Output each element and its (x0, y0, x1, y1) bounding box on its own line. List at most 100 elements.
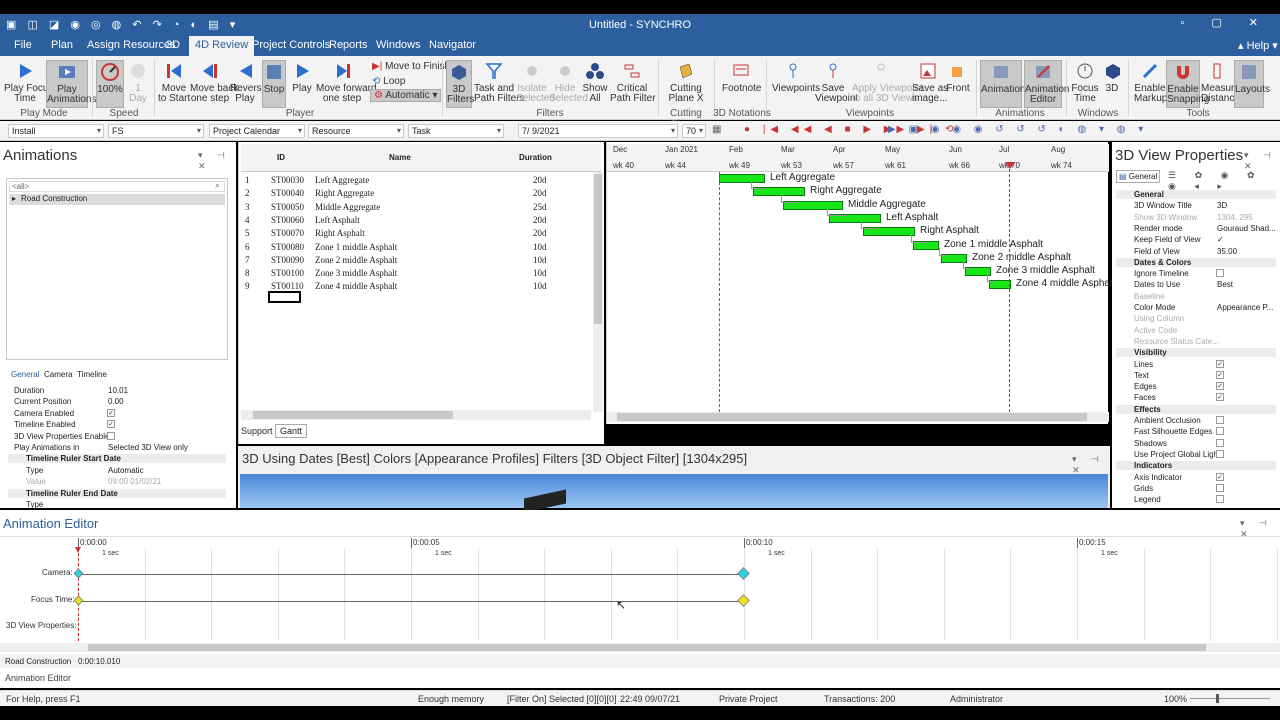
tab-4d-review[interactable]: 4D Review (189, 36, 255, 56)
calendar-combo[interactable]: Project Calendar (209, 124, 305, 138)
section-timeline-ruler-start[interactable]: Timeline Ruler Start Date (8, 454, 226, 463)
camera-enabled-checkbox[interactable]: ✓ (107, 409, 115, 417)
loop-button[interactable]: ⟲ Loop (372, 76, 405, 87)
property-value[interactable]: Gouraud Shad... (1217, 224, 1276, 233)
3d-view-properties-checkbox[interactable] (107, 432, 115, 440)
focus-time-button[interactable]: Focus Time (1070, 60, 1100, 104)
table-row[interactable]: 6 ST00080 Zone 1 middle Asphalt 10d (241, 241, 591, 254)
expand-icon[interactable]: ▸ (12, 194, 16, 203)
isolate-selected-button[interactable]: Isolate Selected (516, 60, 555, 104)
enable-snapping-button[interactable]: Enable Snapping (1166, 60, 1209, 108)
timeline-scrollbar[interactable] (0, 643, 1280, 652)
stop-button[interactable]: Stop (262, 60, 286, 108)
tab-3d[interactable]: 3D (166, 39, 180, 51)
panel-pin-close[interactable]: ▾ ⊣ ✕ (1244, 150, 1280, 172)
play-animations-button[interactable]: Play Animations (46, 60, 96, 108)
header-name[interactable]: Name (389, 153, 411, 162)
table-row[interactable]: 4 ST00060 Left Asphalt 20d (241, 214, 591, 227)
property-section[interactable]: General (1116, 190, 1276, 199)
property-value[interactable]: Appearance P... (1217, 303, 1273, 312)
playhead-marker[interactable] (75, 547, 81, 553)
property-checkbox[interactable] (1216, 269, 1224, 278)
tab-navigator[interactable]: Navigator (429, 39, 476, 51)
property-section[interactable]: Effects (1116, 404, 1276, 414)
horizontal-scrollbar[interactable] (241, 410, 591, 420)
number-spinner[interactable]: 70 (682, 124, 706, 138)
prop-type-value[interactable]: Automatic (108, 466, 144, 475)
link-type-combo[interactable]: FS (108, 124, 204, 138)
property-checkbox[interactable] (1216, 483, 1224, 492)
tree-item-road-construction[interactable]: ▸ Road Construction (9, 194, 225, 205)
save-image-button[interactable]: Save as image... (912, 60, 948, 104)
property-value[interactable]: 35.00 (1217, 247, 1237, 256)
filter-input[interactable]: <all> (9, 181, 225, 192)
move-to-start-button[interactable]: Move to Start (158, 60, 190, 104)
move-back-button[interactable]: Move back one step (190, 60, 238, 104)
window-controls[interactable]: ▫ ▢ ✕ (1180, 16, 1270, 29)
play-focus-time-button[interactable]: Play Focus Time (4, 60, 53, 104)
show-all-button[interactable]: Show All (582, 60, 608, 104)
tab-camera[interactable]: Camera (44, 370, 72, 379)
tab-plan[interactable]: Plan (51, 39, 73, 51)
property-value[interactable]: 3D (1217, 201, 1227, 210)
task-path-filters-button[interactable]: Task and Path Filters (474, 60, 525, 104)
help-menu[interactable]: ▴ Help ▾ (1238, 39, 1278, 52)
timeline-enabled-checkbox[interactable]: ✓ (107, 420, 115, 428)
section-timeline-ruler-end[interactable]: Timeline Ruler End Date (8, 489, 226, 498)
tab-animation-editor[interactable]: Animation Editor (5, 673, 71, 683)
table-row[interactable]: 7 ST00090 Zone 2 middle Asphalt 10d (241, 254, 591, 267)
layouts-button[interactable]: Layouts (1234, 60, 1270, 108)
header-id[interactable]: ID (277, 153, 285, 162)
property-checkbox[interactable]: ✓ (1216, 359, 1224, 368)
tab-reports[interactable]: Reports (329, 39, 368, 51)
focus-time-marker[interactable] (1005, 162, 1015, 169)
tab-windows[interactable]: Windows (376, 39, 421, 51)
tab-assign-resources[interactable]: Assign Resources (87, 39, 176, 51)
property-tab-icons[interactable]: ☰ ✿ ◉ ✿ ◉ ◂ ▸ (1168, 170, 1280, 192)
vertical-scrollbar[interactable] (593, 172, 603, 412)
calendar-icon[interactable]: ▦ (712, 124, 721, 135)
play-button[interactable]: Play (290, 60, 314, 94)
apply-viewpoint-button[interactable]: Apply Viewpoint to all 3D Views (852, 60, 923, 104)
tab-project-controls[interactable]: Project Controls (252, 39, 330, 51)
search-icon[interactable]: ⌕ (215, 180, 220, 191)
enable-markup-button[interactable]: Enable Markup (1134, 60, 1167, 104)
property-checkbox[interactable]: ✓ (1216, 472, 1224, 481)
property-checkbox[interactable]: ✓ (1216, 370, 1224, 379)
front-view-button[interactable]: Front (946, 60, 970, 94)
automatic-dropdown[interactable]: ⚙ Automatic ▾ (370, 89, 442, 102)
panel-pin-close[interactable]: ▾ ⊣ ✕ (198, 150, 236, 172)
viewpoints-button[interactable]: Viewpoints (772, 60, 820, 94)
date-picker[interactable]: 7/ 9/2021 (518, 124, 678, 138)
property-section[interactable]: Visibility (1116, 348, 1276, 358)
property-checkbox[interactable] (1216, 438, 1224, 447)
speed-zoom-button[interactable]: 100% (96, 60, 124, 108)
tab-gantt[interactable]: Gantt (275, 424, 308, 438)
property-checkbox[interactable] (1216, 449, 1224, 458)
animation-editor-button[interactable]: Animation Editor (1024, 60, 1069, 108)
prop-play-animations-in-value[interactable]: Selected 3D View only (108, 443, 188, 452)
prop-current-position-value[interactable]: 0.00 (108, 397, 124, 406)
panel-pin-close[interactable]: ▾ ⊣ ✕ (1072, 454, 1110, 476)
tab-file[interactable]: File (14, 39, 32, 51)
property-section[interactable]: Dates & Colors (1116, 257, 1276, 267)
task-combo[interactable]: Task (408, 124, 504, 138)
property-checkbox[interactable] (1216, 427, 1224, 436)
tab-timeline[interactable]: Timeline (77, 370, 107, 379)
focus-time-line[interactable] (1009, 164, 1010, 412)
hide-selected-button[interactable]: Hide Selected (549, 60, 588, 104)
tab-general[interactable]: ▤ General (1116, 170, 1161, 183)
resource-combo[interactable]: Resource (308, 124, 404, 138)
property-value[interactable]: ✓ (1217, 235, 1224, 244)
3d-viewport[interactable] (240, 474, 1108, 513)
property-checkbox[interactable] (1216, 416, 1224, 424)
save-viewpoint-button[interactable]: Save Viewpoint (815, 60, 858, 104)
3d-window-button[interactable]: 3D (1102, 60, 1122, 94)
table-row[interactable]: 2 ST00040 Right Aggregate 20d (241, 187, 591, 200)
property-checkbox[interactable]: ✓ (1216, 382, 1224, 391)
property-checkbox[interactable] (1216, 495, 1224, 504)
cutting-plane-button[interactable]: Cutting Plane X (664, 60, 708, 104)
move-to-finish-button[interactable]: ▶| Move to Finish (372, 61, 450, 72)
tab-general[interactable]: General (11, 370, 39, 379)
view-mini-controls[interactable]: ▶ ▣ ◉ ◉ ◉ ↺ ↺ ↺ ◐ ◍ ▾ ◍ ▾ (888, 124, 1148, 135)
